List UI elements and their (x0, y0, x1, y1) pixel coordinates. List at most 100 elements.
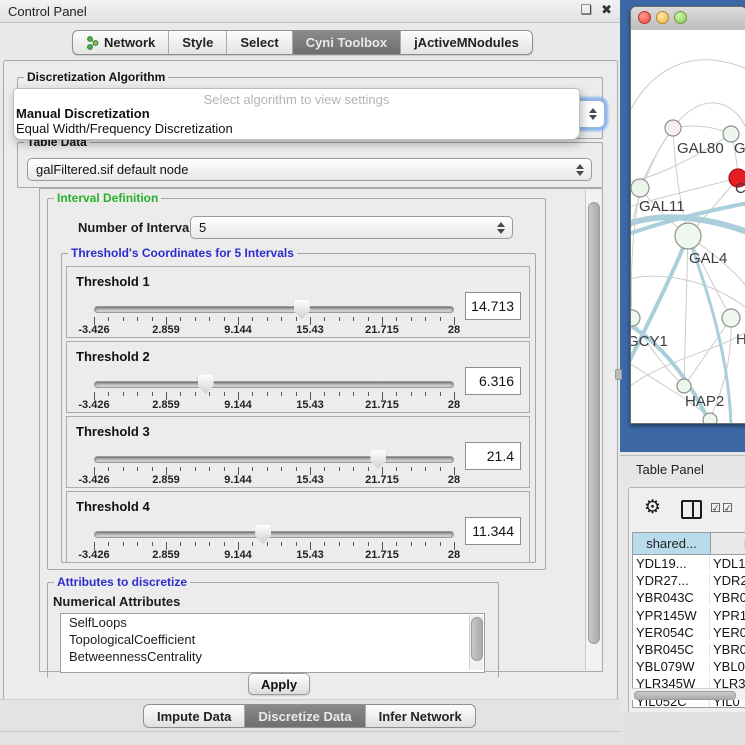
slider-tick-labels: -3.426 2.859 9.144 15.43 21.715 28 (94, 399, 454, 411)
table-panel: ⚙ ☑ ☑ shared... na YDL19... YDL1 YDR27..… (628, 487, 745, 713)
tick-label: 2.859 (152, 399, 180, 411)
threshold-3-slider-track[interactable] (94, 456, 454, 463)
algorithm-hint-option[interactable]: Select algorithm to view settings (14, 92, 579, 107)
slider-tick-labels: -3.426 2.859 9.144 15.43 21.715 28 (94, 474, 454, 486)
tab-select[interactable]: Select (227, 31, 292, 54)
split-columns-icon[interactable] (681, 500, 702, 519)
numerical-attributes-label: Numerical Attributes (53, 594, 180, 609)
tick-label: 9.144 (224, 474, 252, 486)
node-table: shared... na YDL19... YDL1 YDR27... YDR2… (632, 532, 745, 708)
tick-label: -3.426 (78, 549, 109, 561)
cell-shared-name: YBR045C (633, 642, 710, 657)
control-panel-titlebar: Control Panel ❏ ✖ (0, 0, 620, 23)
tab-network[interactable]: Network (73, 31, 169, 54)
cell-name: YER0 (710, 625, 745, 640)
num-intervals-combobox[interactable]: 5 (190, 216, 513, 239)
network-node[interactable] (677, 379, 691, 393)
network-node[interactable] (631, 310, 640, 326)
checkbox-column-icon[interactable]: ☑ (722, 502, 733, 514)
minimize-traffic-light-icon[interactable] (656, 11, 669, 24)
window-title: Control Panel (8, 4, 87, 19)
threshold-2-value-field[interactable]: 6.316 (465, 367, 521, 395)
threshold-4-label: Threshold 4 (76, 499, 150, 514)
option-equal-width-frequency[interactable]: Equal Width/Frequency Discretization (16, 121, 233, 136)
tick-label: 15.43 (296, 324, 324, 336)
cyni-toolbox-panel: Discretization Algorithm Table Data galF… (3, 60, 618, 700)
table-row[interactable]: YBR043C YBR0 (633, 589, 745, 606)
option-manual-discretization[interactable]: Manual Discretization (16, 106, 150, 121)
tick-label: 2.859 (152, 474, 180, 486)
network-node[interactable] (631, 179, 649, 197)
list-item[interactable]: TopologicalCoefficient (61, 631, 484, 648)
threshold-2-slider-track[interactable] (94, 381, 454, 388)
threshold-2-label: Threshold 2 (76, 349, 150, 364)
table-row[interactable]: YDL19... YDL1 (633, 555, 745, 572)
cell-shared-name: YER054C (633, 625, 710, 640)
close-window-icon[interactable]: ✖ (601, 2, 612, 18)
node-label-gcy1: GCY1 (631, 333, 668, 350)
tick-label: 15.43 (296, 399, 324, 411)
tab-jactivemnodules-label: jActiveMNodules (414, 35, 519, 50)
tick-label: -3.426 (78, 324, 109, 336)
list-item[interactable]: BetweennessCentrality (61, 648, 484, 665)
settings-scrollbar[interactable] (585, 190, 601, 670)
tab-jactivemnodules[interactable]: jActiveMNodules (401, 31, 532, 54)
tick-label: 21.715 (365, 324, 399, 336)
tab-discretize-data[interactable]: Discretize Data (245, 705, 365, 727)
zoom-traffic-light-icon[interactable] (674, 11, 687, 24)
tick-label: 28 (448, 549, 460, 561)
threshold-3-value-field[interactable]: 21.4 (465, 442, 521, 470)
table-data-combobox[interactable]: galFiltered.sif default node (27, 158, 592, 181)
network-graph: GAL80 GA C GAL11 GAL4 GCY1 H HAP2 (631, 30, 745, 423)
network-node[interactable] (665, 120, 681, 136)
table-header-row: shared... na (633, 533, 745, 555)
threshold-1-value-field[interactable]: 14.713 (465, 292, 521, 320)
threshold-1-label: Threshold 1 (76, 274, 150, 289)
tick-label: 28 (448, 399, 460, 411)
list-item[interactable]: SelfLoops (61, 614, 484, 631)
tick-label: 9.144 (224, 324, 252, 336)
node-label-partial: C (735, 180, 745, 197)
cell-name: YPR1 (710, 608, 745, 623)
list-scrollbar[interactable] (469, 615, 483, 670)
tab-infer-network[interactable]: Infer Network (366, 705, 475, 727)
tab-style[interactable]: Style (169, 31, 227, 54)
table-toolbar: ⚙ ☑ ☑ (629, 488, 745, 530)
table-row[interactable]: YPR145W YPR1 (633, 607, 745, 624)
divider (0, 731, 620, 732)
network-canvas[interactable]: GAL80 GA C GAL11 GAL4 GCY1 H HAP2 (631, 30, 745, 423)
pane-splitter-grip[interactable] (615, 369, 622, 380)
network-node[interactable] (675, 223, 701, 249)
tab-cyni-toolbox[interactable]: Cyni Toolbox (293, 31, 401, 54)
apply-button[interactable]: Apply (248, 673, 310, 695)
tick-label: 2.859 (152, 549, 180, 561)
network-node[interactable] (722, 309, 740, 327)
table-row[interactable]: YDR27... YDR2 (633, 572, 745, 589)
network-node[interactable] (703, 413, 717, 423)
cell-shared-name: YBR043C (633, 590, 710, 605)
table-data-value: galFiltered.sif default node (36, 162, 188, 177)
tick-label: 21.715 (365, 549, 399, 561)
cyni-mode-tabs: Impute Data Discretize Data Infer Networ… (143, 704, 476, 728)
tick-label: 9.144 (224, 549, 252, 561)
table-row[interactable]: YER054C YER0 (633, 624, 745, 641)
close-traffic-light-icon[interactable] (638, 11, 651, 24)
threshold-4-slider-track[interactable] (94, 531, 454, 538)
table-panel-title: Table Panel (636, 462, 704, 477)
table-row[interactable]: YBR045C YBR0 (633, 641, 745, 658)
network-icon (86, 36, 99, 50)
threshold-4-panel: Threshold 4 -3.426 2.859 9.144 15.43 21.… (66, 491, 530, 563)
threshold-4-value-field[interactable]: 11.344 (465, 517, 521, 545)
tab-discretize-data-label: Discretize Data (258, 709, 351, 724)
threshold-1-slider-track[interactable] (94, 306, 454, 313)
column-header-name[interactable]: na (711, 533, 745, 554)
column-header-shared-name[interactable]: shared... (633, 533, 711, 554)
gear-icon[interactable]: ⚙ (644, 498, 661, 517)
table-row[interactable]: YBL079W YBL0 (633, 658, 745, 675)
table-horizontal-scrollbar[interactable] (632, 688, 745, 700)
float-window-icon[interactable]: ❏ (580, 2, 592, 18)
checkbox-column-icon[interactable]: ☑ (710, 502, 721, 514)
network-view-window: GAL80 GA C GAL11 GAL4 GCY1 H HAP2 (630, 6, 745, 424)
tab-impute-data[interactable]: Impute Data (144, 705, 245, 727)
threshold-3-label: Threshold 3 (76, 424, 150, 439)
